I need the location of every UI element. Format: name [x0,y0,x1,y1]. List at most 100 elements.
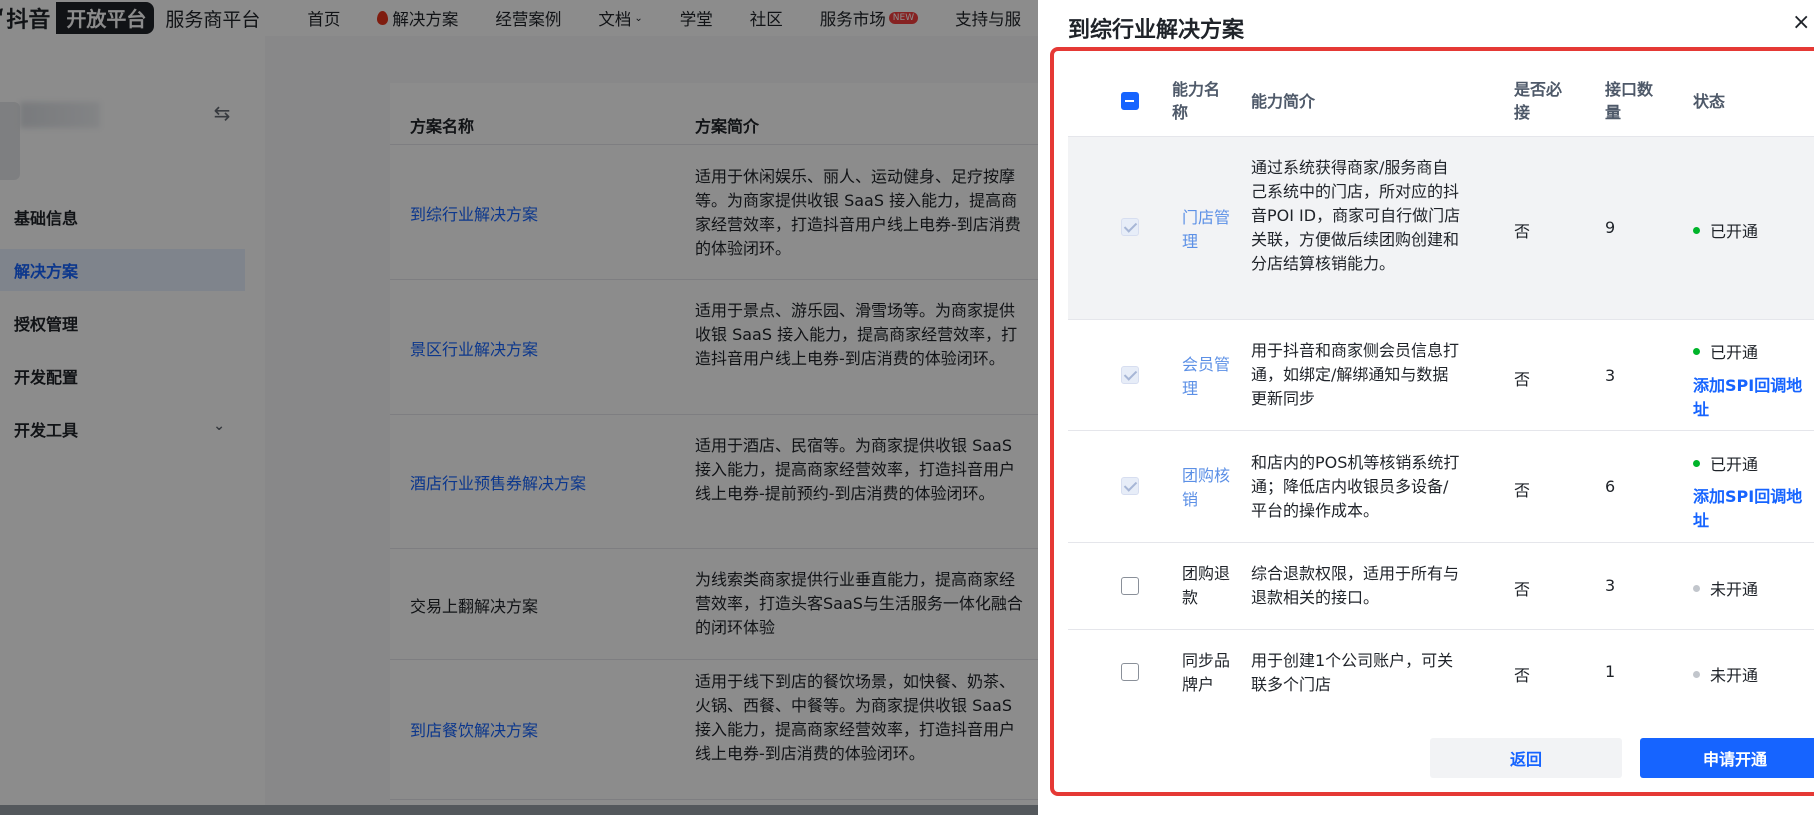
add-spi-callback-link[interactable]: 添加SPI回调地址 [1693,372,1814,420]
table-row: 交易上翻解决方案 为线索类商家提供行业垂直能力，提高商家经营效率，打造头客Saa… [390,549,1150,660]
bottom-bar [0,805,1038,815]
count-value: 6 [1605,477,1616,496]
count-value: 9 [1605,218,1616,237]
header-desc: 方案简介 [695,116,760,136]
apply-button[interactable]: 申请开通 [1640,738,1814,778]
capability-row: 同步品牌户 用于创建1个公司账户，可关联多个门店 否 1 未开通 [1068,629,1814,716]
logo[interactable]: ‘ 抖音 开放平台 服务商平台 [0,2,261,34]
required-value: 否 [1514,666,1531,685]
solution-link[interactable]: 酒店行业预售券解决方案 [410,470,586,494]
solution-link[interactable]: 景区行业解决方案 [410,336,538,360]
header-capability-desc: 能力简介 [1251,92,1316,111]
solution-name: 交易上翻解决方案 [410,597,539,616]
status-badge: 未开通 [1693,662,1758,686]
capability-table-header: 能力名称 能力简介 是否必接 接口数量 状态 [1068,70,1814,136]
back-button[interactable]: 返回 [1430,738,1622,778]
required-value: 否 [1514,370,1531,389]
sidebar-item-dev-config[interactable]: 开发配置 [0,355,245,397]
row-checkbox[interactable] [1121,218,1139,236]
logo-sub: 服务商平台 [165,8,261,31]
close-icon[interactable]: × [1792,10,1810,35]
capability-row: 团购退款 综合退款权限，适用于所有与退款相关的接口。 否 3 未开通 [1068,542,1814,629]
sidebar-item-basic-info[interactable]: 基础信息 [0,196,245,238]
table-row: 景区行业解决方案 适用于景点、游乐园、滑雪场等。为商家提供收银 SaaS 接入能… [390,280,1150,415]
count-value: 3 [1605,576,1616,595]
sidebar: ⇆ 基础信息 解决方案 授权管理 开发配置 开发工具 ⌄ [0,36,265,815]
solution-desc: 适用于休闲娱乐、丽人、运动健身、足疗按摩等。为商家提供收银 SaaS 接入能力，… [695,167,1021,258]
chevron-down-icon: ⌄ [634,12,643,24]
main-nav: 首页 解决方案 经营案例 文档 ⌄ 学堂 社区 服务市场 NEW 支持与服 [307,6,1058,30]
capability-link[interactable]: 门店管理 [1182,206,1238,254]
status-badge: 已开通 [1693,451,1758,475]
status-dot-icon [1693,347,1700,355]
logo-brand: 抖音 [6,8,51,33]
row-checkbox[interactable] [1121,577,1139,595]
table-header: 方案名称 方案简介 [390,105,1150,145]
nav-market[interactable]: 服务市场 NEW [820,6,919,30]
swap-icon[interactable]: ⇆ [211,102,233,124]
nav-cases[interactable]: 经营案例 [495,6,561,30]
solution-drawer: 到综行业解决方案 × 能力名称 能力简介 是否必接 接口数量 状态 门店管理 通… [1038,0,1814,815]
sidebar-menu: 基础信息 解决方案 授权管理 开发配置 开发工具 ⌄ [0,196,245,461]
row-checkbox[interactable] [1121,477,1139,495]
sidebar-item-auth[interactable]: 授权管理 [0,302,245,344]
sidebar-item-solutions[interactable]: 解决方案 [0,249,245,291]
status-dot-icon [1693,584,1700,592]
required-value: 否 [1514,222,1531,241]
logo-badge: 开放平台 [56,2,155,34]
avatar [0,102,20,180]
row-checkbox[interactable] [1121,663,1139,681]
capability-desc: 用于创建1个公司账户，可关联多个门店 [1251,651,1454,694]
required-value: 否 [1514,481,1531,500]
capability-row: 会员管理 用于抖音和商家侧会员信息打通，如绑定/解绑通知与数据更新同步 否 3 … [1068,319,1814,430]
account-name-blurred [20,102,100,128]
capability-row: 团购核销 和店内的POS机等核销系统打通；降低店内收银员多设备/平台的操作成本。… [1068,430,1814,542]
capability-desc: 通过系统获得商家/服务商自己系统中的门店，所对应的抖音POI ID，商家可自行做… [1251,158,1461,273]
chevron-down-icon: ⌄ [213,418,225,434]
logo-mark: ‘ [0,6,4,31]
add-spi-callback-link[interactable]: 添加SPI回调地址 [1693,483,1814,531]
sidebar-item-dev-tools[interactable]: 开发工具 ⌄ [0,408,245,450]
solution-desc: 为线索类商家提供行业垂直能力，提高商家经营效率，打造头客SaaS与生活服务一体化… [695,570,1023,637]
status-dot-icon [1693,459,1700,467]
flame-icon [377,11,389,25]
status-badge: 未开通 [1693,576,1758,600]
capability-desc: 和店内的POS机等核销系统打通；降低店内收银员多设备/平台的操作成本。 [1251,453,1460,520]
header-status: 状态 [1693,92,1726,111]
solutions-table: 方案名称 方案简介 到综行业解决方案 适用于休闲娱乐、丽人、运动健身、足疗按摩等… [390,83,1150,815]
solution-link[interactable]: 到店餐饮解决方案 [410,717,538,741]
solution-link[interactable]: 到综行业解决方案 [410,201,538,225]
status-badge: 已开通 [1693,218,1758,242]
status-dot-icon [1693,670,1700,678]
table-row: 酒店行业预售券解决方案 适用于酒店、民宿等。为商家提供收银 SaaS 接入能力，… [390,415,1150,549]
drawer-title: 到综行业解决方案 [1068,18,1245,43]
capability-link[interactable]: 会员管理 [1182,353,1238,401]
solution-desc: 适用于酒店、民宿等。为商家提供收银 SaaS 接入能力，提高商家经营效率，打造抖… [695,436,1016,503]
select-all-checkbox[interactable] [1121,92,1139,110]
capability-row: 门店管理 通过系统获得商家/服务商自己系统中的门店，所对应的抖音POI ID，商… [1068,136,1814,319]
capability-desc: 用于抖音和商家侧会员信息打通，如绑定/解绑通知与数据更新同步 [1251,341,1460,408]
solution-desc: 适用于线下到店的餐饮场景，如快餐、奶茶、火锅、西餐、中餐等。为商家提供收银 Sa… [695,672,1016,763]
nav-home[interactable]: 首页 [307,6,340,30]
required-value: 否 [1514,580,1531,599]
nav-academy[interactable]: 学堂 [680,6,713,30]
table-row: 到综行业解决方案 适用于休闲娱乐、丽人、运动健身、足疗按摩等。为商家提供收银 S… [390,146,1150,280]
status-dot-icon [1693,226,1700,234]
table-row: 到店餐饮解决方案 适用于线下到店的餐饮场景，如快餐、奶茶、火锅、西餐、中餐等。为… [390,660,1150,800]
nav-community[interactable]: 社区 [750,6,783,30]
nav-support[interactable]: 支持与服 [955,6,1021,30]
capability-name: 同步品牌户 [1182,651,1231,694]
row-checkbox[interactable] [1121,366,1139,384]
new-badge: NEW [888,12,919,24]
capability-desc: 综合退款权限，适用于所有与退款相关的接口。 [1251,564,1460,607]
header-capability-name: 能力名称 [1172,80,1221,122]
header-name: 方案名称 [410,116,475,136]
count-value: 1 [1605,662,1616,681]
capability-link[interactable]: 团购核销 [1182,464,1238,512]
capability-name: 团购退款 [1182,564,1231,607]
solution-desc: 适用于景点、游乐园、滑雪场等。为商家提供收银 SaaS 接入能力，提高商家经营效… [695,301,1018,368]
nav-solutions[interactable]: 解决方案 [377,6,458,30]
header-required: 是否必接 [1514,80,1563,122]
nav-docs[interactable]: 文档 ⌄ [598,6,642,30]
status-badge: 已开通 [1693,339,1758,363]
